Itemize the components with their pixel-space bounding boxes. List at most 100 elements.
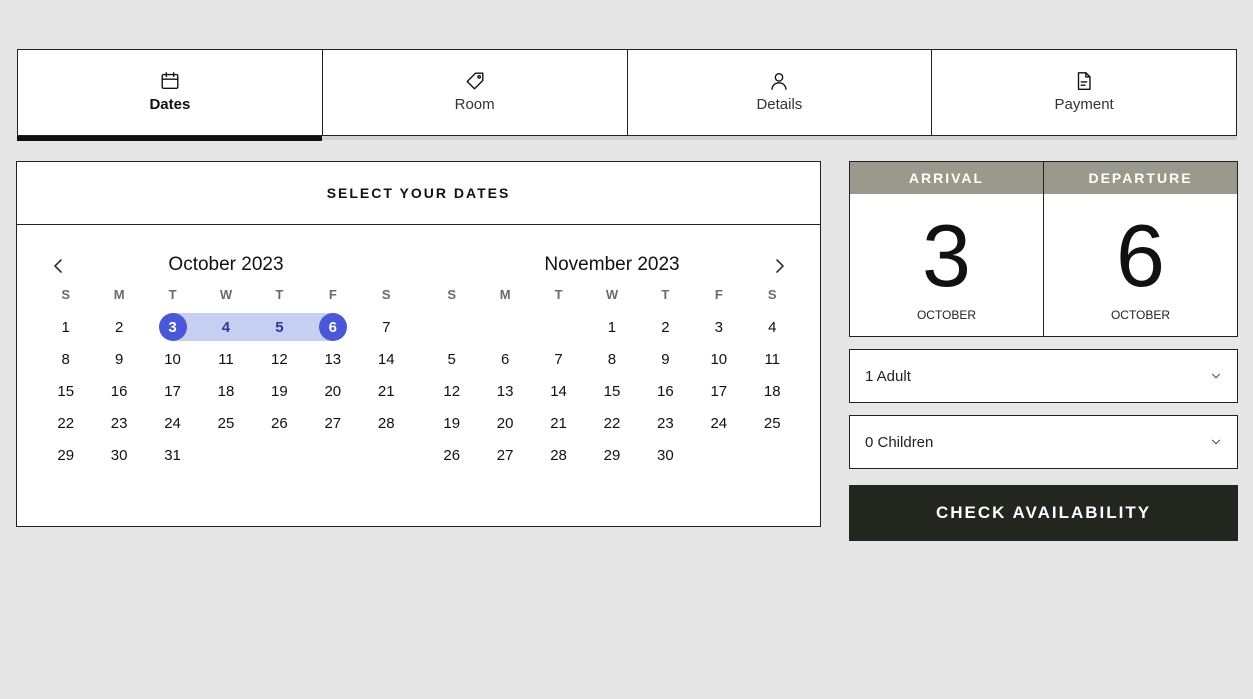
chevron-down-icon — [1211, 439, 1221, 445]
day-cell[interactable]: 14 — [360, 343, 413, 375]
day-cell[interactable]: 25 — [199, 407, 252, 439]
empty-day-cell — [478, 311, 531, 343]
day-cell[interactable]: 12 — [425, 375, 478, 407]
step-label: Payment — [1054, 96, 1114, 113]
day-cell[interactable]: 7 — [532, 343, 585, 375]
adults-value: 1 Adult — [865, 367, 911, 385]
step-details[interactable]: Details — [626, 50, 932, 135]
day-cell[interactable]: 2 — [92, 311, 145, 343]
weekday-header: S — [381, 287, 391, 302]
day-number: 13 — [496, 382, 514, 400]
day-cell[interactable]: 29 — [585, 439, 638, 471]
day-cell[interactable]: 9 — [92, 343, 145, 375]
day-cell[interactable]: 13 — [306, 343, 359, 375]
day-cell[interactable]: 6 — [478, 343, 531, 375]
step-room[interactable]: Room — [321, 50, 627, 135]
day-cell[interactable]: 26 — [253, 407, 306, 439]
day-number: 20 — [496, 414, 514, 432]
day-cell[interactable]: 10 — [146, 343, 199, 375]
day-cell[interactable]: 23 — [92, 407, 145, 439]
day-cell[interactable]: 27 — [306, 407, 359, 439]
day-cell[interactable]: 29 — [39, 439, 92, 471]
user-icon — [771, 72, 787, 90]
day-number: 3 — [168, 318, 177, 336]
day-cell[interactable]: 28 — [360, 407, 413, 439]
check-availability-button[interactable]: CHECK AVAILABILITY — [849, 485, 1238, 541]
day-cell[interactable]: 6 — [306, 311, 359, 343]
day-cell[interactable]: 24 — [692, 407, 745, 439]
day-cell[interactable]: 20 — [306, 375, 359, 407]
step-label: Dates — [149, 96, 191, 113]
document-icon — [1077, 72, 1091, 90]
day-cell[interactable]: 2 — [639, 311, 692, 343]
day-cell[interactable]: 14 — [532, 375, 585, 407]
day-cell[interactable]: 30 — [639, 439, 692, 471]
day-cell[interactable]: 9 — [639, 343, 692, 375]
day-cell[interactable]: 3 — [146, 311, 200, 343]
day-cell[interactable]: 18 — [199, 375, 252, 407]
step-payment[interactable]: Payment — [931, 50, 1236, 135]
day-cell[interactable]: 19 — [425, 407, 478, 439]
month-grid: S M T W T F S 1 2 3 4 5 6 7 8 9 10 11 12 13 14 15 16 17 18 19 20 21… — [425, 286, 799, 471]
day-cell[interactable]: 16 — [92, 375, 145, 407]
day-cell[interactable]: 20 — [478, 407, 531, 439]
empty-day-cell — [306, 439, 359, 471]
day-cell[interactable]: 3 — [692, 311, 745, 343]
day-cell[interactable]: 11 — [199, 343, 252, 375]
empty-day-cell — [746, 439, 799, 471]
day-cell[interactable]: 18 — [746, 375, 799, 407]
day-cell[interactable]: 17 — [146, 375, 199, 407]
day-cell[interactable]: 28 — [532, 439, 585, 471]
day-cell[interactable]: 8 — [39, 343, 92, 375]
day-number: 9 — [661, 350, 670, 368]
day-cell[interactable]: 27 — [478, 439, 531, 471]
day-cell[interactable]: 11 — [746, 343, 799, 375]
day-cell[interactable]: 22 — [39, 407, 92, 439]
day-cell[interactable]: 1 — [39, 311, 92, 343]
arrival-day: 3 — [922, 206, 971, 305]
day-cell[interactable]: 17 — [692, 375, 745, 407]
day-cell[interactable]: 26 — [425, 439, 478, 471]
day-number: 12 — [443, 382, 461, 400]
step-dates[interactable]: Dates — [17, 50, 322, 141]
day-cell[interactable]: 31 — [146, 439, 199, 471]
day-number: 16 — [657, 382, 674, 400]
day-cell[interactable]: 13 — [478, 375, 531, 407]
day-cell[interactable]: 15 — [585, 375, 638, 407]
day-cell[interactable]: 8 — [585, 343, 638, 375]
day-cell[interactable]: 7 — [360, 311, 413, 343]
day-cell[interactable]: 1 — [585, 311, 638, 343]
month-title: October 2023 — [168, 254, 284, 275]
weekday-header: T — [661, 287, 670, 302]
day-cell[interactable]: 5 — [425, 343, 478, 375]
adults-select[interactable]: 1 Adult — [849, 349, 1238, 403]
day-cell[interactable]: 10 — [692, 343, 745, 375]
day-cell[interactable]: 22 — [585, 407, 638, 439]
weekday-header: T — [275, 287, 284, 302]
children-select[interactable]: 0 Children — [849, 415, 1238, 469]
day-cell[interactable]: 12 — [253, 343, 306, 375]
step-label: Details — [756, 96, 803, 113]
day-number: 26 — [443, 446, 461, 464]
day-number: 14 — [550, 382, 567, 400]
day-cell[interactable]: 16 — [639, 375, 692, 407]
day-number: 17 — [164, 382, 181, 400]
day-cell[interactable]: 30 — [92, 439, 145, 471]
weekday-header: S — [767, 287, 777, 302]
day-cell[interactable]: 4 — [746, 311, 799, 343]
day-cell[interactable]: 5 — [252, 311, 307, 343]
day-number: 20 — [324, 382, 342, 400]
day-cell[interactable]: 21 — [532, 407, 585, 439]
day-cell[interactable]: 25 — [746, 407, 799, 439]
day-number: 24 — [710, 414, 728, 432]
day-cell[interactable]: 23 — [639, 407, 692, 439]
day-number: 22 — [603, 414, 621, 432]
day-cell[interactable]: 21 — [360, 375, 413, 407]
day-number: 1 — [607, 318, 617, 336]
day-cell[interactable]: 24 — [146, 407, 199, 439]
day-cell[interactable]: 4 — [199, 311, 254, 343]
day-cell[interactable]: 15 — [39, 375, 92, 407]
day-cell[interactable]: 19 — [253, 375, 306, 407]
steps-divider — [322, 136, 1237, 140]
day-number: 17 — [710, 382, 728, 400]
